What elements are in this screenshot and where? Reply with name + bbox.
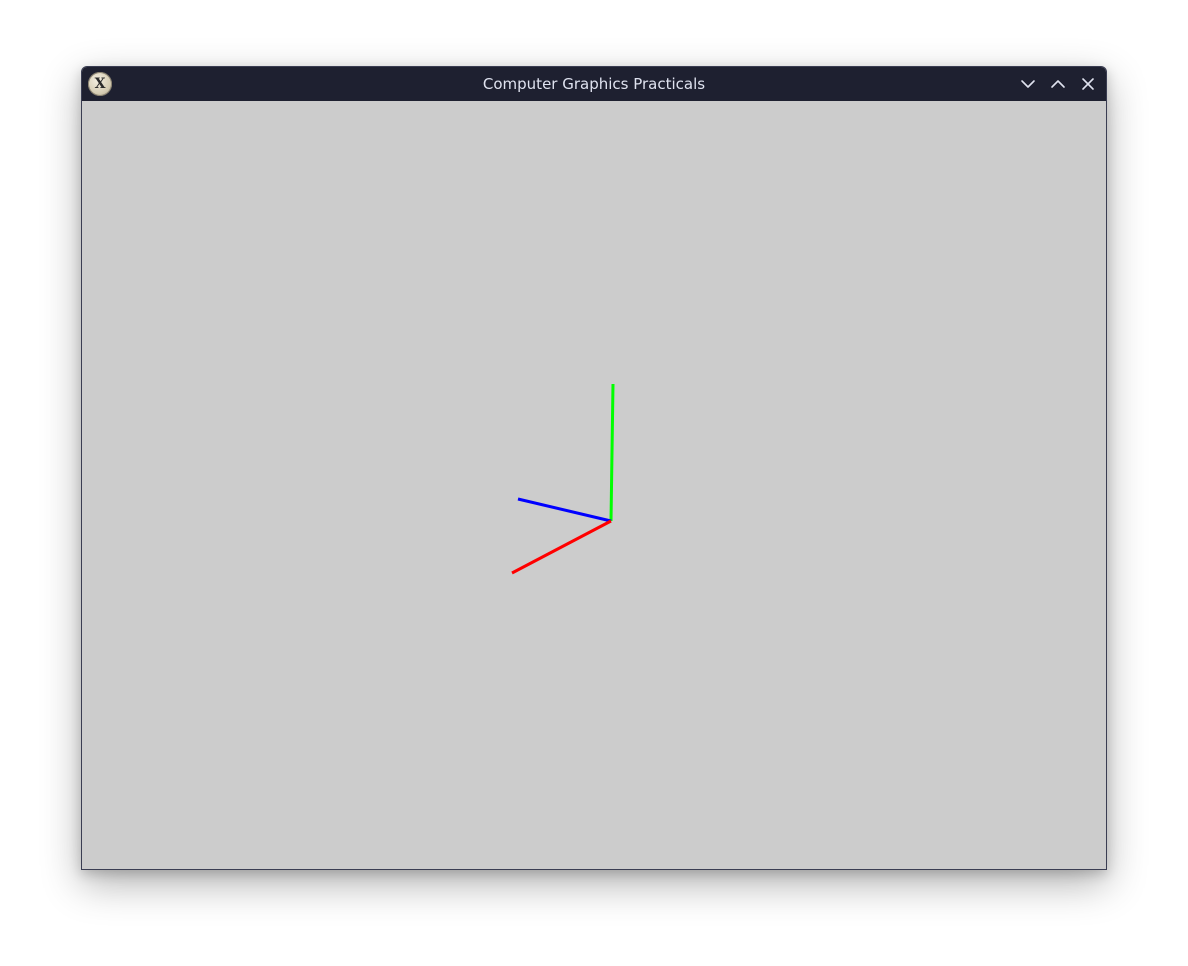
chevron-up-icon [1051,80,1065,88]
close-button[interactable] [1078,74,1098,94]
maximize-button[interactable] [1048,74,1068,94]
close-icon [1082,78,1094,90]
title-bar[interactable]: X Computer Graphics Practicals [82,67,1106,101]
opengl-canvas[interactable] [82,101,1106,869]
canvas-background [82,101,1106,869]
app-window: X Computer Graphics Practicals [81,66,1107,870]
chevron-down-icon [1021,80,1035,88]
y-axis-line [609,383,615,522]
window-title: Computer Graphics Practicals [482,75,706,93]
minimize-button[interactable] [1018,74,1038,94]
